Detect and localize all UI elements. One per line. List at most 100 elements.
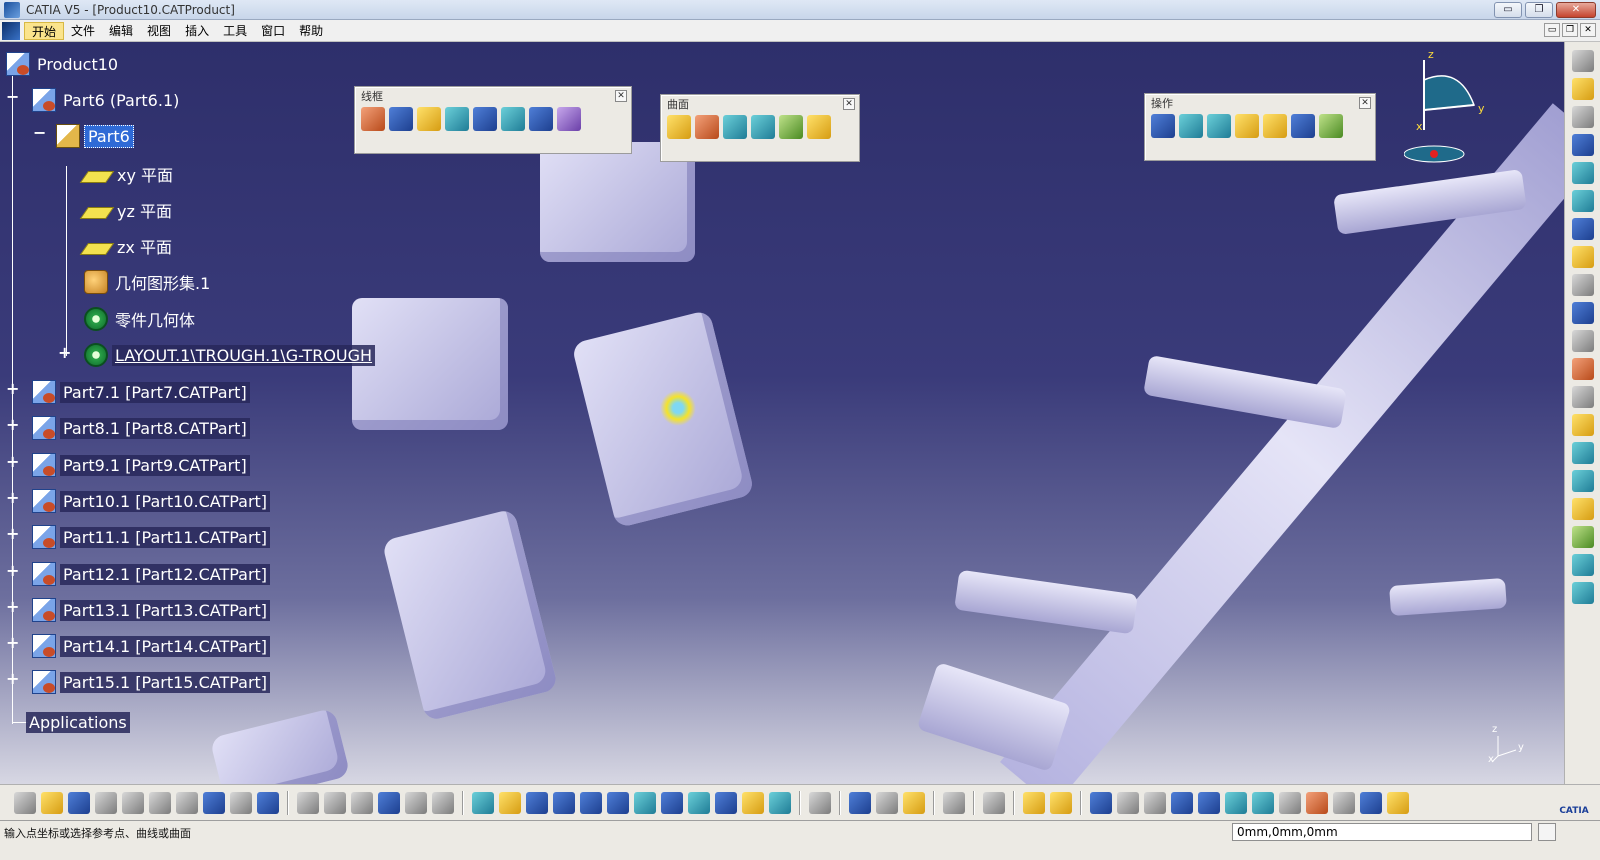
workbench-icon[interactable] [1571,50,1594,72]
tree-node-geoset[interactable]: 几何图形集.1 [84,268,213,296]
revolve-icon[interactable] [695,115,719,139]
doc-restore-button[interactable]: ❐ [1562,23,1578,37]
heal-icon[interactable] [1179,114,1203,138]
shading-icon[interactable] [715,791,737,814]
close-icon[interactable]: ✕ [615,90,627,102]
draft-analysis-icon[interactable] [1571,442,1594,464]
parameter-icon[interactable] [351,791,373,814]
circle-icon[interactable] [529,107,553,131]
menu-start[interactable]: 开始 [24,21,65,40]
navigation-icon[interactable] [1090,791,1112,814]
swap-visible-icon[interactable] [769,791,791,814]
coordinate-input[interactable]: 0mm,0mm,0mm [1232,823,1532,841]
tree-node-part15[interactable]: Part15.1 [Part15.CATPart] [32,668,271,696]
normal-view-icon[interactable] [634,791,656,814]
fill-icon[interactable] [807,115,831,139]
line-icon[interactable] [389,107,413,131]
constraint-icon[interactable] [1571,302,1594,324]
zoom-out-icon[interactable] [607,791,629,814]
menu-window[interactable]: 窗口 [254,22,292,40]
iso-view-icon[interactable] [688,791,710,814]
surfaces-toolbar[interactable]: 曲面 ✕ [660,94,860,162]
hide-show-icon[interactable] [742,791,764,814]
filter-icon[interactable] [1333,791,1355,814]
formula-icon[interactable] [297,791,319,814]
translate-icon[interactable] [1319,114,1343,138]
symmetry-icon[interactable] [1306,791,1328,814]
comment-icon[interactable] [324,791,346,814]
join-icon[interactable] [1151,114,1175,138]
close-button[interactable]: ✕ [1556,2,1596,18]
catia-app-icon[interactable] [4,1,20,18]
offset-curve-icon[interactable] [501,107,525,131]
cylinder-icon[interactable] [1225,791,1247,814]
geometrical-set-icon[interactable] [1023,791,1045,814]
tree-node-xy-plane[interactable]: xy 平面 [79,160,176,188]
menu-help[interactable]: 帮助 [292,22,330,40]
tree-node-part6-body[interactable]: Part6 [56,122,134,150]
box-icon[interactable] [1252,791,1274,814]
undo-icon[interactable] [203,791,225,814]
tree-node-part10[interactable]: Part10.1 [Part10.CATPart] [32,487,271,515]
ordered-set-icon[interactable] [1050,791,1072,814]
extract-icon[interactable] [1263,114,1287,138]
expand-icon[interactable]: + [6,454,19,470]
menu-view[interactable]: 视图 [140,22,178,40]
paste-icon[interactable] [176,791,198,814]
menu-tools[interactable]: 工具 [216,22,254,40]
knowledge-inspector-icon[interactable] [432,791,454,814]
snap-icon[interactable] [1571,106,1594,128]
multi-view-icon[interactable] [661,791,683,814]
tree-expand-icon[interactable] [1171,791,1193,814]
tree-node-part6[interactable]: Part6 (Part6.1) [32,86,182,114]
tree-node-part12[interactable]: Part12.1 [Part12.CATPart] [32,560,271,588]
design-table-icon[interactable] [378,791,400,814]
cut-icon[interactable] [122,791,144,814]
tree-node-part14[interactable]: Part14.1 [Part14.CATPart] [32,632,271,660]
menu-edit[interactable]: 编辑 [102,22,140,40]
grid-snap-icon[interactable] [1198,791,1220,814]
copy-icon[interactable] [149,791,171,814]
capture-icon[interactable] [943,791,965,814]
menu-file[interactable]: 文件 [64,22,102,40]
tree-node-part8[interactable]: Part8.1 [Part8.CATPart] [32,414,250,442]
surface-analysis-icon[interactable] [1571,414,1594,436]
sphere-icon[interactable] [723,115,747,139]
measure-icon[interactable] [1571,330,1594,352]
tree-node-yz-plane[interactable]: yz 平面 [79,196,175,224]
rotate-icon[interactable] [553,791,575,814]
expand-icon[interactable]: + [6,490,19,506]
compass-reset-icon[interactable] [1144,791,1166,814]
redo-icon[interactable] [230,791,252,814]
knowledge-icon[interactable] [1571,386,1594,408]
menu-insert[interactable]: 插入 [178,22,216,40]
fillet-icon[interactable] [1291,114,1315,138]
trough-bracket-4[interactable] [1389,577,1507,617]
apply-material-icon[interactable] [1571,358,1594,380]
tree-node-part7[interactable]: Part7.1 [Part7.CATPart] [32,378,250,406]
close-icon[interactable]: ✕ [1359,97,1371,109]
spline-icon[interactable] [557,107,581,131]
3d-viewport[interactable]: Product10 − Part6 (Part6.1) − Part6 xy 平… [0,42,1564,784]
collapse-icon[interactable]: − [6,89,19,105]
curve-analysis-icon[interactable] [1571,162,1594,184]
measure-item-icon[interactable] [876,791,898,814]
update-icon[interactable] [809,791,831,814]
fly-mode-icon[interactable] [472,791,494,814]
tree-node-partbody[interactable]: 零件几何体 [84,305,198,333]
select-arrow-icon[interactable] [1571,78,1594,100]
render-icon[interactable] [1571,526,1594,548]
ordering-icon[interactable] [1360,791,1382,814]
expand-icon[interactable]: + [58,345,71,361]
trim-icon[interactable] [1235,114,1259,138]
pan-icon[interactable] [526,791,548,814]
document-icon[interactable] [2,21,20,40]
frame-icon[interactable] [1279,791,1301,814]
axis-system-icon[interactable] [983,791,1005,814]
expand-icon[interactable]: + [6,563,19,579]
walk-icon[interactable] [1117,791,1139,814]
expand-icon[interactable]: + [6,381,19,397]
projection-icon[interactable] [445,107,469,131]
compass[interactable]: z y x [1403,48,1494,170]
tree-node-product10[interactable]: Product10 [6,50,121,78]
